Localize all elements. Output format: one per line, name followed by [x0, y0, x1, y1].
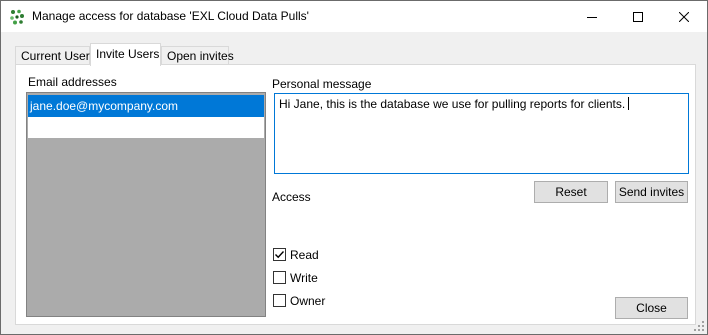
write-checkbox[interactable]: [273, 271, 286, 284]
close-button[interactable]: Close: [615, 297, 688, 319]
tab-open-invites[interactable]: Open invites: [161, 46, 234, 65]
minimize-icon: [587, 16, 597, 18]
maximize-icon: [633, 11, 643, 22]
read-checkbox-label: Read: [290, 247, 319, 262]
checkmark-icon: [275, 251, 285, 259]
read-checkbox[interactable]: [273, 248, 286, 261]
tab-current-users[interactable]: Current Users: [15, 46, 96, 65]
window-title: Manage access for database 'EXL Cloud Da…: [32, 9, 309, 23]
write-checkbox-row[interactable]: Write: [273, 270, 318, 285]
send-invites-button[interactable]: Send invites: [615, 181, 688, 203]
personal-message-text: Hi Jane, this is the database we use for…: [279, 97, 626, 111]
email-addresses-label: Email addresses: [28, 75, 117, 89]
app-icon: [10, 9, 24, 25]
list-item[interactable]: jane.doe@mycompany.com: [28, 95, 264, 117]
personal-message-field[interactable]: Hi Jane, this is the database we use for…: [274, 93, 689, 174]
close-icon: [679, 11, 689, 22]
owner-checkbox-row[interactable]: Owner: [273, 293, 325, 308]
title-bar[interactable]: Manage access for database 'EXL Cloud Da…: [1, 1, 707, 32]
owner-checkbox-label: Owner: [290, 293, 326, 308]
resize-grip-icon[interactable]: [694, 321, 704, 331]
minimize-button[interactable]: [569, 1, 615, 32]
access-label: Access: [272, 190, 311, 204]
tab-invite-users[interactable]: Invite Users: [90, 43, 161, 66]
read-checkbox-row[interactable]: Read: [273, 247, 319, 262]
text-caret: [628, 97, 630, 110]
personal-message-label: Personal message: [272, 77, 372, 91]
manage-access-window: Manage access for database 'EXL Cloud Da…: [0, 0, 708, 335]
email-address-list[interactable]: jane.doe@mycompany.com: [26, 92, 266, 317]
owner-checkbox[interactable]: [273, 294, 286, 307]
reset-button[interactable]: Reset: [534, 181, 608, 203]
maximize-button[interactable]: [615, 1, 661, 32]
write-checkbox-label: Write: [290, 270, 318, 285]
close-window-button[interactable]: [661, 1, 707, 32]
new-email-row[interactable]: [28, 117, 264, 138]
